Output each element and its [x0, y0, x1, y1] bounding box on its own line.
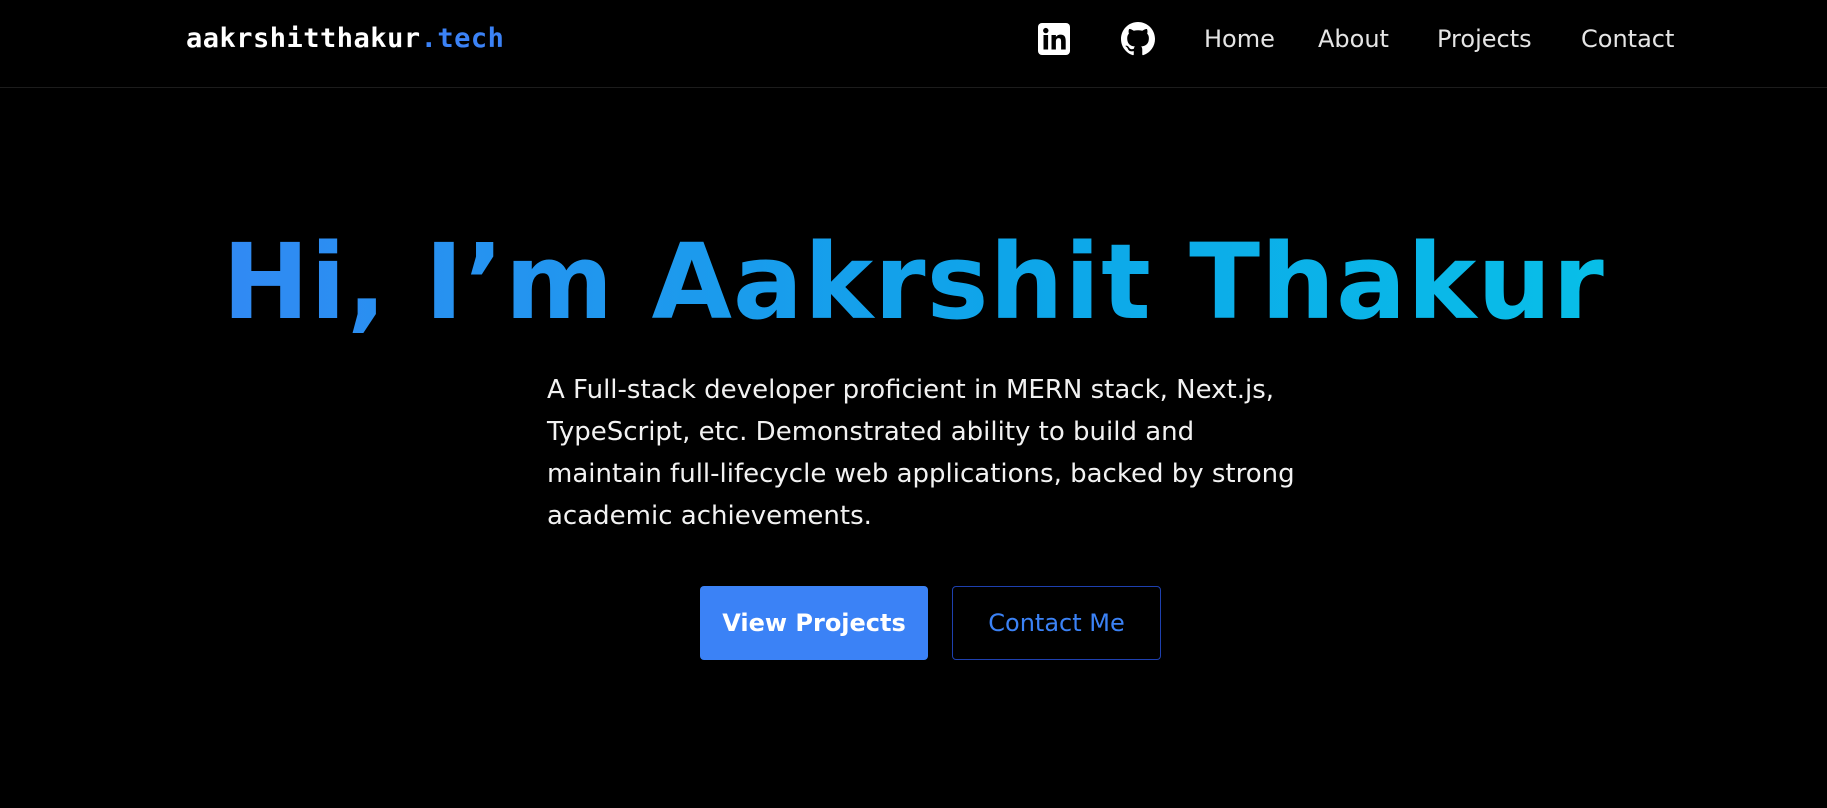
site-logo[interactable]: aakrshitthakur.tech	[186, 22, 504, 56]
logo-domain: .tech	[420, 23, 505, 54]
hero-description: A Full-stack developer proficient in MER…	[547, 369, 1327, 537]
nav-contact[interactable]: Contact	[1581, 24, 1674, 54]
navbar: aakrshitthakur.tech Home About Projects …	[0, 0, 1827, 88]
nav-home[interactable]: Home	[1204, 24, 1275, 54]
hero-description-line: academic achievements.	[547, 501, 872, 531]
view-projects-button[interactable]: View Projects	[700, 586, 928, 660]
github-icon[interactable]	[1120, 21, 1156, 57]
nav-about[interactable]: About	[1318, 24, 1389, 54]
nav-projects[interactable]: Projects	[1437, 24, 1532, 54]
hero-description-line: maintain full-lifecycle web applications…	[547, 459, 1295, 489]
logo-name: aakrshitthakur	[186, 23, 421, 54]
hero-description-line: A Full-stack developer proficient in MER…	[547, 375, 1275, 405]
hero-description-line: TypeScript, etc. Demonstrated ability to…	[547, 417, 1195, 447]
linkedin-icon[interactable]	[1036, 21, 1072, 57]
contact-me-button[interactable]: Contact Me	[952, 586, 1161, 660]
hero-title: Hi, I’m Aakrshit Thakur	[0, 222, 1827, 342]
